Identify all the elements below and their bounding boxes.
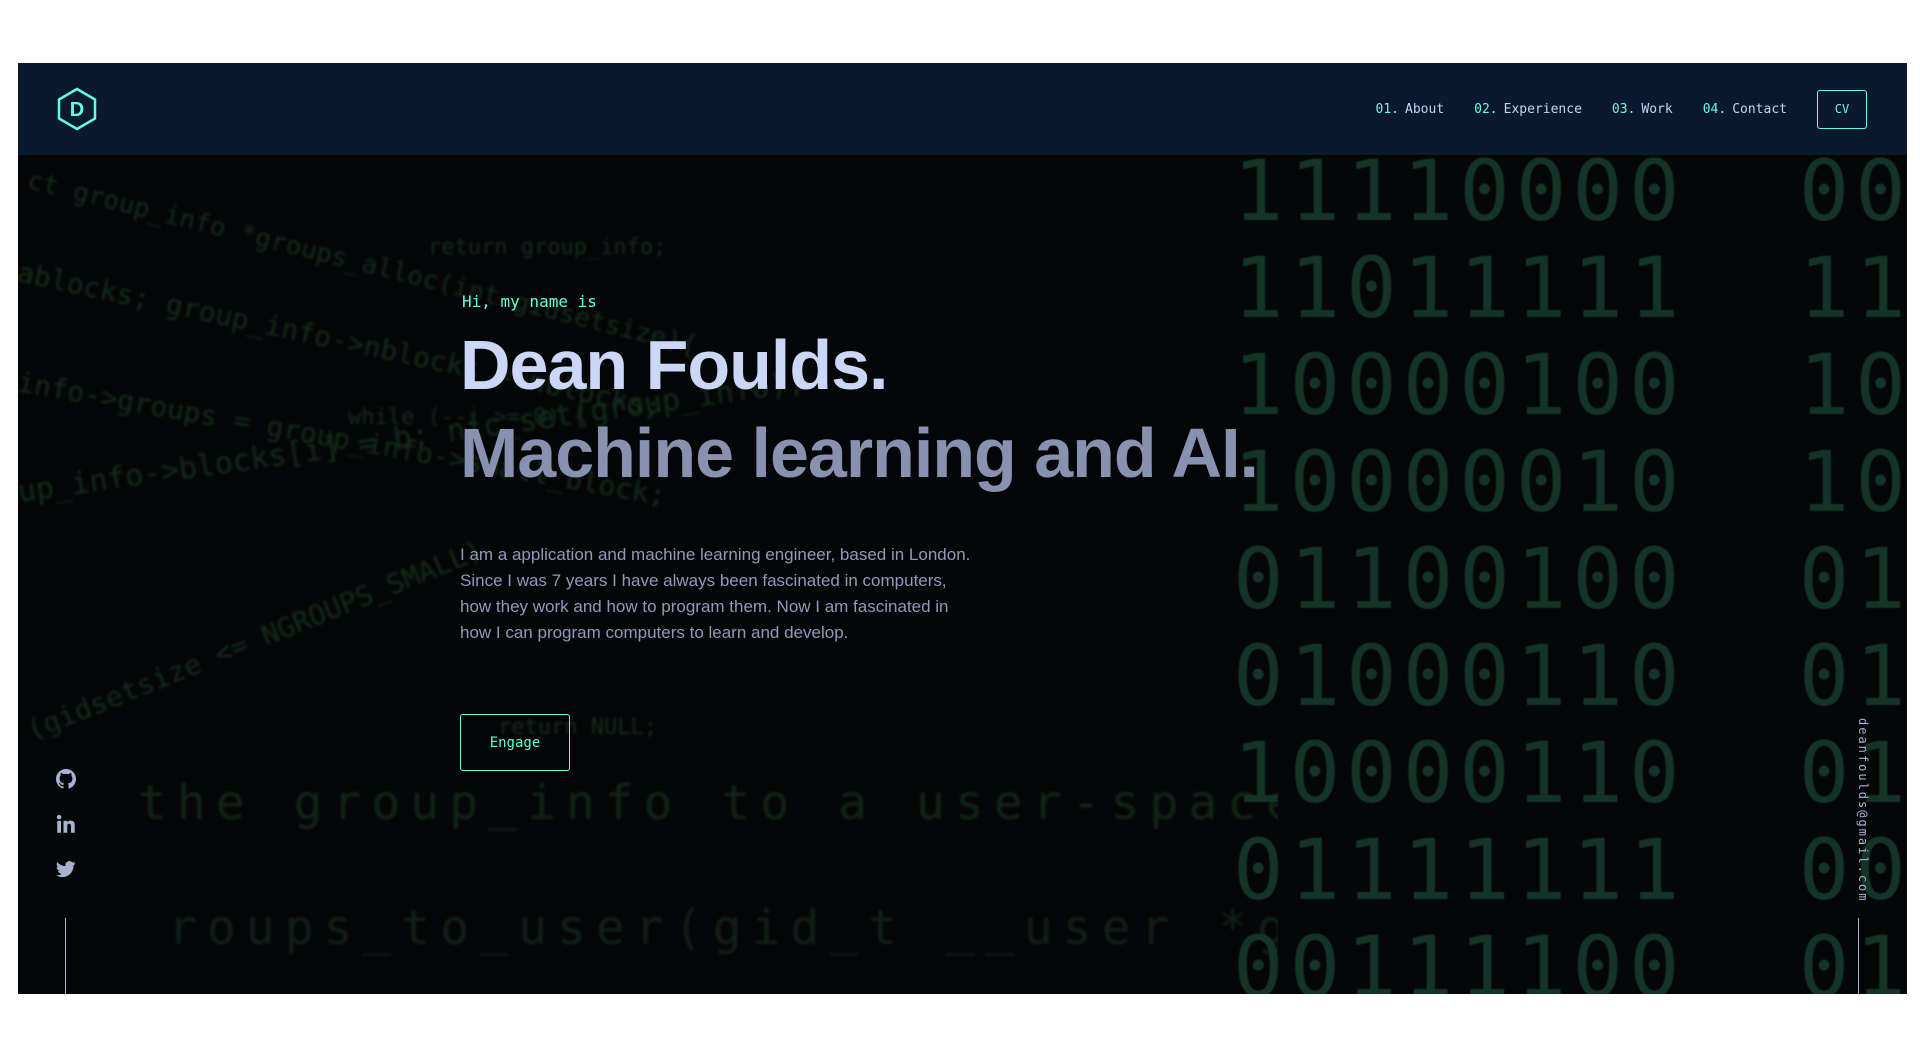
nav-link-label: Experience	[1503, 101, 1582, 117]
right-divider-line	[1858, 918, 1859, 994]
nav-link-contact[interactable]: 04. Contact	[1703, 102, 1787, 117]
page-frame: ct group_info *groups_alloc(int gidsetsi…	[18, 63, 1907, 994]
nav-link-about[interactable]: 01. About	[1376, 102, 1445, 117]
nav-link-number: 04.	[1702, 101, 1727, 117]
engage-button[interactable]: Engage	[460, 714, 570, 771]
logo-icon[interactable]: D	[56, 87, 98, 131]
hero-name: Dean Foulds.	[460, 326, 888, 404]
logo-letter: D	[70, 99, 84, 121]
hero-tagline: Machine learning and AI.	[460, 414, 1259, 492]
background-binary-image: 11110000 000 11011111 111 10000100 101 1…	[1233, 143, 1907, 994]
social-links	[56, 769, 76, 904]
left-divider-line	[65, 918, 66, 994]
email-link[interactable]: deanfoulds@gmail.com	[1840, 718, 1870, 903]
nav-link-number: 01.	[1375, 101, 1400, 117]
hero-intro: I am a application and machine learning …	[460, 545, 971, 642]
twitter-icon[interactable]	[56, 859, 76, 879]
hero-greeting: Hi, my name is	[462, 292, 597, 311]
cv-button[interactable]: CV	[1817, 89, 1867, 129]
nav-link-number: 02.	[1474, 101, 1498, 117]
nav-link-label: Contact	[1732, 101, 1787, 117]
top-navbar: D 01. About 02. Experience 03. Work 04. Cont…	[18, 63, 1907, 155]
nav-links: 01. About 02. Experience 03. Work 04. Contac…	[1346, 89, 1867, 129]
linkedin-icon[interactable]	[56, 814, 76, 834]
nav-link-work[interactable]: 03. Work	[1612, 102, 1673, 117]
nav-link-label: About	[1405, 101, 1445, 117]
nav-link-number: 03.	[1611, 101, 1636, 117]
nav-link-label: Work	[1641, 101, 1673, 117]
github-icon[interactable]	[56, 769, 76, 789]
nav-link-experience[interactable]: 02. Experience	[1474, 102, 1582, 117]
